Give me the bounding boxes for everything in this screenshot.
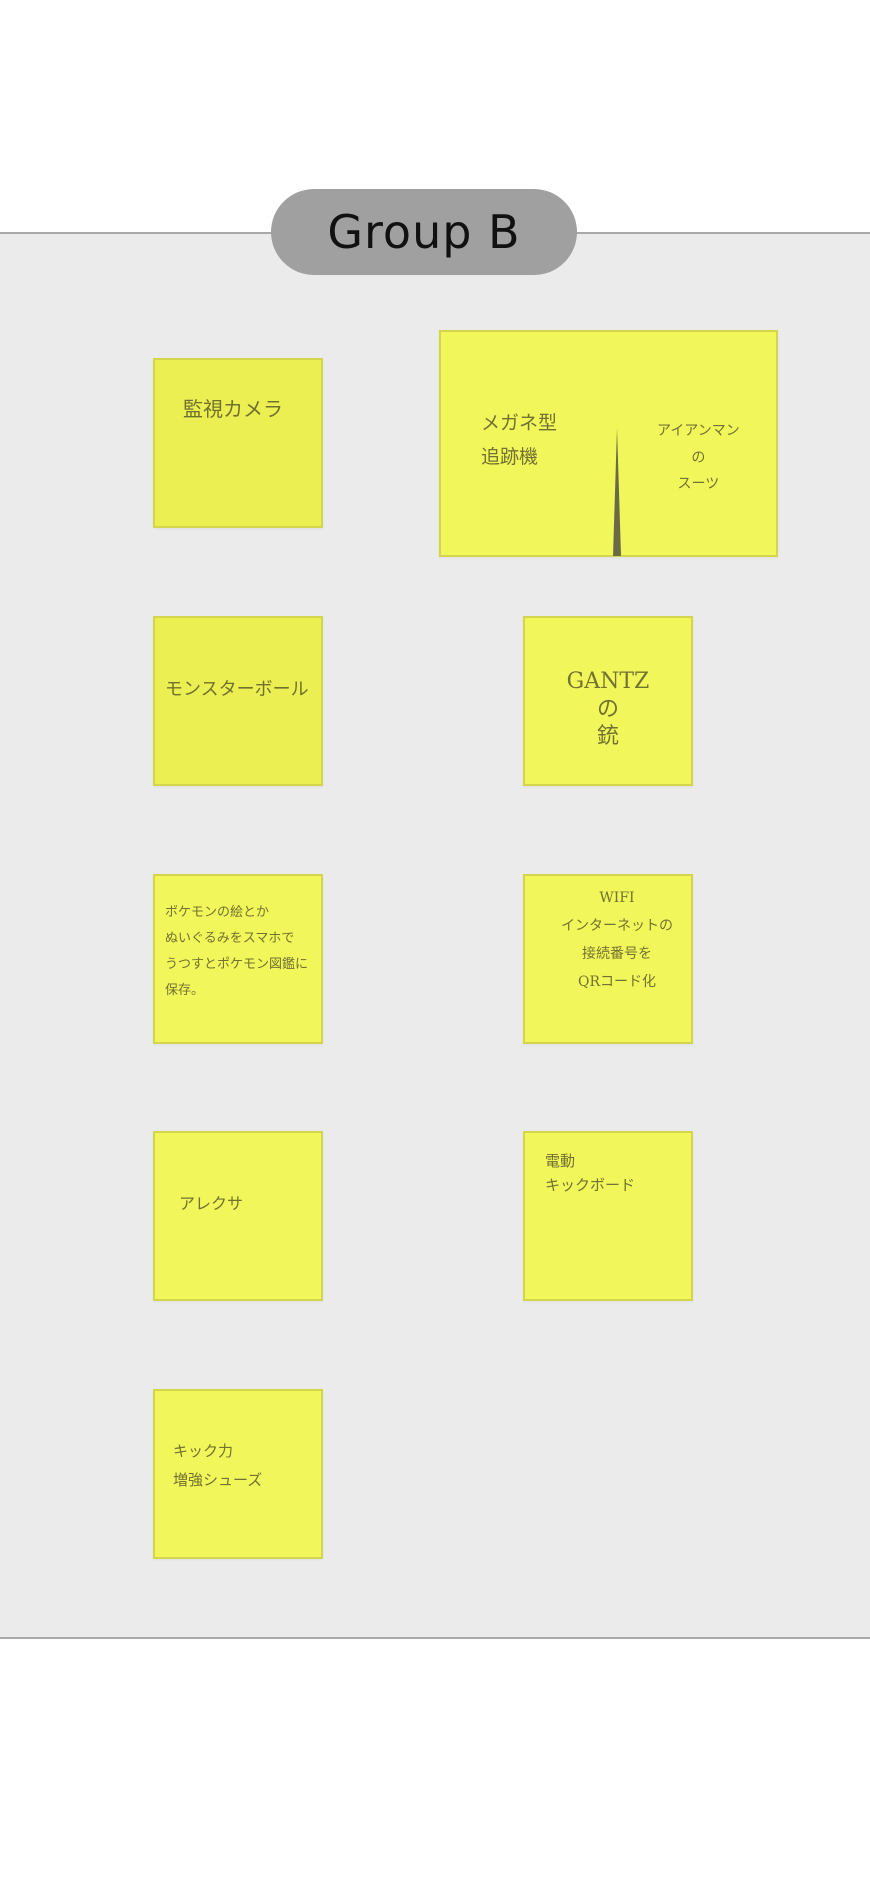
sticky-note[interactable]: WIFI インターネットの 接続番号を QRコード化 xyxy=(523,874,693,1044)
sticky-note[interactable]: キック力 増強シューズ xyxy=(153,1389,323,1559)
sticky-note-text: 電動 キックボード xyxy=(545,1152,636,1194)
sticky-note-text: キック力 増強シューズ xyxy=(173,1442,263,1489)
sticky-note-text: GANTZ の 銃 xyxy=(566,669,650,749)
sticky-note[interactable]: アレクサ xyxy=(153,1131,323,1301)
sticky-note[interactable]: 電動 キックボード xyxy=(523,1131,693,1301)
sticky-note-text: ポケモンの絵とか ぬいぐるみをスマホで うつすとポケモン図鑑に 保存。 xyxy=(165,905,309,998)
sticky-note-text: アレクサ xyxy=(179,1194,244,1213)
group-label[interactable]: Group B xyxy=(271,189,577,275)
sticky-note[interactable]: GANTZ の 銃 xyxy=(523,616,693,786)
group-label-text: Group B xyxy=(327,205,521,259)
tear-mark xyxy=(613,428,621,556)
sticky-note[interactable]: ポケモンの絵とか ぬいぐるみをスマホで うつすとポケモン図鑑に 保存。 xyxy=(153,874,323,1044)
sticky-note-wide[interactable]: メガネ型 追跡機 アイアンマン の スーツ xyxy=(439,330,778,557)
sticky-note-text: 監視カメラ xyxy=(183,397,283,421)
sticky-note-text: メガネ型 追跡機 xyxy=(481,412,558,469)
sticky-note-text: WIFI インターネットの 接続番号を QRコード化 xyxy=(561,890,673,990)
sticky-note[interactable]: モンスターボール xyxy=(153,616,323,786)
sticky-note-text: アイアンマン の スーツ xyxy=(657,423,740,493)
sticky-note[interactable]: 監視カメラ xyxy=(153,358,323,528)
sticky-note-text: モンスターボール xyxy=(165,679,309,700)
